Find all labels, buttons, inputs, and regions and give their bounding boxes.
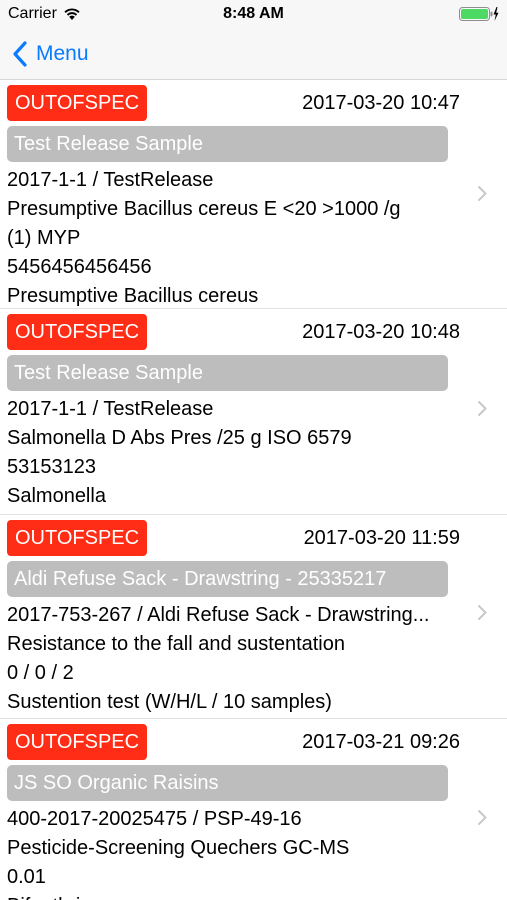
parameter-line: Salmonella <box>7 485 106 507</box>
result-date: 2017-03-20 10:48 <box>302 321 460 343</box>
parameter-line: Bifenthrin <box>7 892 462 900</box>
result-row[interactable]: OUTOFSPEC 2017-03-20 10:48 Test Release … <box>0 309 507 515</box>
result-details: 2017-753-267 / Aldi Refuse Sack - Drawst… <box>7 601 462 717</box>
test-method-line: Presumptive Bacillus cereus E <20 >1000 … <box>7 198 401 220</box>
result-value-line: 0 / 0 / 2 <box>7 662 74 684</box>
status-badge: OUTOFSPEC <box>7 724 148 760</box>
status-badge: OUTOFSPEC <box>7 520 148 556</box>
sample-id-line: 2017-1-1 / TestRelease <box>7 398 214 420</box>
sample-name-bar: JS SO Organic Raisins <box>7 765 448 801</box>
navigation-bar: Menu <box>0 30 507 80</box>
chevron-right-icon <box>478 605 487 620</box>
chevron-right-icon <box>478 186 487 201</box>
test-method-line: Salmonella D Abs Pres /25 g ISO 6579 <box>7 427 352 449</box>
sample-id-line: 400-2017-20025475 / PSP-49-16 <box>7 808 302 830</box>
result-date: 2017-03-20 10:47 <box>302 92 460 114</box>
parameter-line: Presumptive Bacillus cereus <box>7 285 259 307</box>
result-details: 2017-1-1 / TestRelease Presumptive Bacil… <box>7 166 462 311</box>
result-row[interactable]: OUTOFSPEC 2017-03-20 10:47 Test Release … <box>0 80 507 309</box>
sample-name-bar: Test Release Sample <box>7 355 448 391</box>
clock: 8:48 AM <box>223 5 284 22</box>
status-bar: Carrier 8:48 AM <box>0 0 507 30</box>
result-value-line: 5456456456456 <box>7 256 152 278</box>
result-value-line: 0.01 <box>7 866 46 888</box>
result-details: 400-2017-20025475 / PSP-49-16 Pesticide-… <box>7 805 462 900</box>
chevron-right-icon <box>478 810 487 825</box>
test-method-line: Pesticide-Screening Quechers GC-MS <box>7 837 350 859</box>
result-date: 2017-03-21 09:26 <box>302 731 460 753</box>
result-details: 2017-1-1 / TestRelease Salmonella D Abs … <box>7 395 462 511</box>
status-badge: OUTOFSPEC <box>7 85 148 121</box>
result-row[interactable]: OUTOFSPEC 2017-03-20 11:59 Aldi Refuse S… <box>0 515 507 719</box>
result-date: 2017-03-20 11:59 <box>303 527 460 549</box>
sample-id-line: 2017-1-1 / TestRelease <box>7 169 214 191</box>
chevron-left-icon <box>13 41 27 67</box>
battery-icon <box>459 7 499 21</box>
status-badge: OUTOFSPEC <box>7 314 148 350</box>
sample-name-bar: Aldi Refuse Sack - Drawstring - 25335217 <box>7 561 448 597</box>
test-method-line-2: (1) MYP <box>7 227 81 249</box>
result-row[interactable]: OUTOFSPEC 2017-03-21 09:26 JS SO Organic… <box>0 719 507 900</box>
back-button[interactable]: Menu <box>12 37 89 71</box>
test-method-line: Resistance to the fall and sustentation <box>7 633 345 655</box>
parameter-line: Sustention test (W/H/L / 10 samples) <box>7 691 332 713</box>
sample-name-bar: Test Release Sample <box>7 126 448 162</box>
battery-level <box>461 9 488 19</box>
sample-id-line: 2017-753-267 / Aldi Refuse Sack - Drawst… <box>7 604 430 626</box>
result-value-line: 53153123 <box>7 456 96 478</box>
results-list[interactable]: OUTOFSPEC 2017-03-20 10:47 Test Release … <box>0 80 507 900</box>
chevron-right-icon <box>478 401 487 416</box>
back-button-label: Menu <box>36 42 89 65</box>
